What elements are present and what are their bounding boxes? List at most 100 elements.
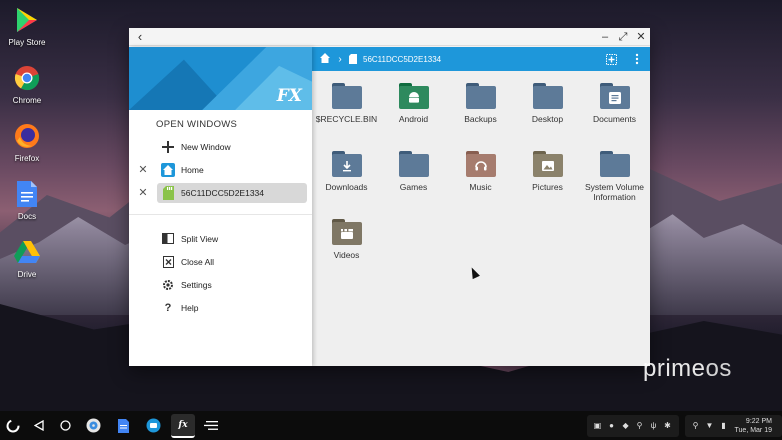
desktop-icon-label: Firefox bbox=[14, 154, 40, 163]
primeos-watermark: primeos bbox=[643, 355, 732, 383]
more-menu-icon[interactable] bbox=[624, 53, 650, 65]
home-nav-icon[interactable] bbox=[52, 411, 78, 440]
minimize-button[interactable]: – bbox=[596, 28, 614, 46]
desktop-icon-firefox[interactable]: Firefox bbox=[4, 122, 50, 163]
home-icon bbox=[161, 162, 175, 177]
split-view-item[interactable]: Split View bbox=[129, 227, 312, 250]
open-window-sd[interactable]: ✕ 56C11DCC5D2E1334 bbox=[129, 181, 312, 204]
watermark-os: os bbox=[705, 355, 732, 382]
folder-icon bbox=[532, 83, 563, 109]
folder-icon bbox=[331, 83, 362, 109]
folder-item-recycle-bin[interactable]: $RECYCLE.BIN bbox=[313, 83, 380, 145]
folder-name: Games bbox=[399, 182, 428, 192]
folder-name: Downloads bbox=[325, 182, 368, 192]
window-titlebar[interactable]: ‹ – ⤢ ✕ bbox=[129, 28, 650, 46]
file-grid: $RECYCLE.BIN Android Backups Desktop Documen… bbox=[312, 71, 650, 281]
desktop-icon-docs[interactable]: Docs bbox=[4, 180, 50, 221]
folder-item-downloads[interactable]: Downloads bbox=[313, 151, 380, 213]
clock-time: 9:22 PM bbox=[745, 417, 772, 425]
taskbar-app-files[interactable] bbox=[141, 414, 165, 438]
path-toolbar: › 56C11DCC5D2E1334 bbox=[312, 47, 650, 71]
breadcrumb-path[interactable]: 56C11DCC5D2E1334 bbox=[360, 55, 441, 64]
sidebar-divider bbox=[129, 214, 312, 215]
close-window-icon[interactable]: ✕ bbox=[129, 186, 157, 199]
fx-logo: FX bbox=[276, 86, 302, 106]
desktop-icon-label: Drive bbox=[17, 270, 37, 279]
notification-icon: ▣ bbox=[593, 421, 602, 430]
shield-icon: ◆ bbox=[622, 421, 629, 430]
help-item[interactable]: ? Help bbox=[129, 296, 312, 319]
watermark-prime: prime bbox=[643, 355, 706, 382]
folder-item-music[interactable]: Music bbox=[447, 151, 514, 213]
close-window-icon[interactable]: ✕ bbox=[129, 163, 157, 176]
clock: 9:22 PM Tue, Mar 19 bbox=[731, 417, 778, 435]
folder-name: Videos bbox=[333, 250, 360, 260]
folder-name: Android bbox=[398, 114, 429, 124]
status-tray[interactable]: ⚲ ▼ ▮ 9:22 PM Tue, Mar 19 bbox=[684, 414, 782, 437]
main-pane: › 56C11DCC5D2E1334 $RECYCLE.BIN Android Ba… bbox=[312, 47, 650, 366]
folder-item-desktop[interactable]: Desktop bbox=[514, 83, 581, 145]
chrome-icon bbox=[13, 64, 41, 92]
folder-item-games[interactable]: Games bbox=[380, 151, 447, 213]
folder-icon bbox=[398, 83, 429, 109]
folder-name: Documents bbox=[593, 114, 636, 124]
folder-name: Backups bbox=[464, 114, 497, 124]
gear-icon bbox=[161, 278, 175, 292]
folder-icon bbox=[331, 219, 362, 245]
firefox-icon bbox=[13, 122, 41, 150]
desktop-icon-label: Docs bbox=[17, 212, 37, 221]
folder-item-pictures[interactable]: Pictures bbox=[514, 151, 581, 213]
desktop-icon-drive[interactable]: Drive bbox=[4, 238, 50, 279]
sd-card-icon bbox=[161, 185, 175, 200]
folder-icon bbox=[465, 83, 496, 109]
location-icon: ⚲ bbox=[692, 421, 699, 430]
play-store-icon bbox=[13, 6, 41, 34]
maximize-button[interactable]: ⤢ bbox=[614, 28, 632, 46]
folder-name: Desktop bbox=[531, 114, 564, 124]
folder-name: Music bbox=[469, 182, 492, 192]
folder-item-system-volume-information[interactable]: System Volume Information bbox=[581, 151, 648, 213]
taskbar-app-fx[interactable]: fx bbox=[171, 413, 195, 438]
wifi-icon: ▼ bbox=[705, 421, 714, 430]
close-all-label: Close All bbox=[181, 256, 215, 267]
open-window-home[interactable]: ✕ Home bbox=[129, 158, 312, 181]
settings-item[interactable]: Settings bbox=[129, 273, 312, 296]
recents-menu-icon[interactable] bbox=[198, 411, 224, 440]
new-window-label: New Window bbox=[181, 141, 231, 152]
folder-name: $RECYCLE.BIN bbox=[315, 114, 378, 124]
settings-label: Settings bbox=[181, 279, 212, 290]
folder-item-android[interactable]: Android bbox=[380, 83, 447, 145]
desktop-icon-chrome[interactable]: Chrome bbox=[4, 64, 50, 105]
split-view-label: Split View bbox=[181, 233, 219, 244]
home-icon[interactable] bbox=[312, 53, 334, 65]
usb-icon: ψ bbox=[650, 421, 657, 430]
start-menu-icon[interactable] bbox=[0, 411, 26, 440]
folder-icon bbox=[398, 151, 429, 177]
close-all-item[interactable]: Close All bbox=[129, 250, 312, 273]
notification-tray[interactable]: ▣ ● ◆ ⚲ ψ ✱ bbox=[586, 414, 679, 437]
back-button[interactable]: ‹ bbox=[129, 28, 151, 46]
folder-icon bbox=[532, 151, 563, 177]
folder-icon bbox=[331, 151, 362, 177]
file-manager-window: ‹ – ⤢ ✕ FX OPEN WINDOWS New Window ✕ Hom… bbox=[129, 28, 650, 366]
folder-icon bbox=[599, 83, 630, 109]
close-button[interactable]: ✕ bbox=[632, 28, 650, 46]
new-window-item[interactable]: New Window bbox=[129, 135, 312, 158]
taskbar-app-docs[interactable] bbox=[111, 414, 135, 438]
new-window-icon bbox=[161, 140, 175, 154]
folder-item-backups[interactable]: Backups bbox=[447, 83, 514, 145]
desktop-icon-play-store[interactable]: Play Store bbox=[4, 6, 50, 47]
help-label: Help bbox=[181, 302, 199, 313]
help-icon: ? bbox=[164, 301, 172, 314]
taskbar-app-media[interactable] bbox=[81, 414, 105, 438]
split-view-icon bbox=[161, 232, 175, 246]
chevron-right-icon: › bbox=[338, 53, 342, 65]
back-nav-icon[interactable] bbox=[26, 411, 52, 440]
select-all-icon[interactable] bbox=[598, 53, 624, 65]
desktop-icon-label: Chrome bbox=[12, 96, 42, 105]
open-windows-heading: OPEN WINDOWS bbox=[156, 119, 238, 130]
folder-name: Pictures bbox=[532, 182, 563, 192]
folder-item-documents[interactable]: Documents bbox=[581, 83, 648, 145]
sidebar: FX OPEN WINDOWS New Window ✕ Home ✕ 56C1… bbox=[129, 47, 312, 366]
folder-item-videos[interactable]: Videos bbox=[313, 219, 380, 281]
